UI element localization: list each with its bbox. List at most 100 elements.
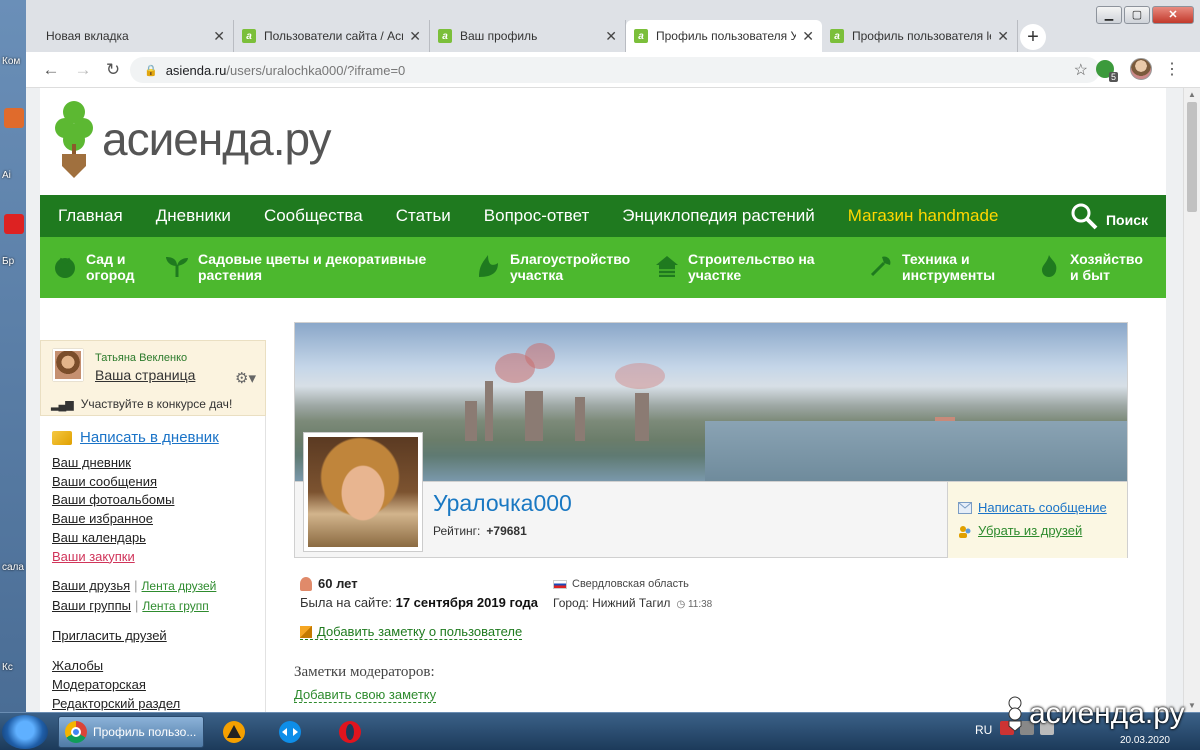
desktop-app-icon[interactable] [4,214,24,234]
close-icon[interactable]: ✕ [605,28,617,45]
gear-icon[interactable]: ⚙▾ [235,369,256,387]
profile-username[interactable]: Уралочка000 [433,490,572,517]
forward-icon[interactable]: → [72,59,94,81]
taskbar-chrome-app[interactable]: Профиль пользо... [58,716,204,748]
search-icon [1070,202,1098,237]
chart-bars-icon: ▂▄▆ [51,398,74,411]
remove-friend-link[interactable]: Убрать из друзей [958,523,1082,538]
desktop-app-icon[interactable] [4,108,24,128]
system-date: 20.03.2020 [1119,735,1170,746]
sidebar-item-friends-feed[interactable]: Лента друзей [142,579,217,593]
desktop-label: сала [2,562,24,573]
bookmark-star-icon[interactable]: ☆ [1074,60,1088,80]
search-button[interactable]: Поиск [1070,202,1148,237]
your-page-link[interactable]: Ваша страница [95,367,195,383]
nav-item-diaries[interactable]: Дневники [156,206,231,226]
category-label: Строительство на [688,251,815,267]
sidebar-item-invite[interactable]: Пригласить друзей [52,628,167,643]
extension-icon[interactable]: 5 [1096,60,1118,82]
profile-avatar-icon[interactable] [1130,58,1152,80]
users-remove-icon [958,525,972,538]
avatar[interactable] [53,349,83,381]
user-name[interactable]: Татьяна Векленко [95,352,187,364]
menu-dots-icon[interactable]: ⋮ [1164,59,1180,79]
notepad-pen-icon [52,430,72,445]
tab-user-profile-active[interactable]: a Профиль пользователя Ур ✕ [626,20,822,52]
close-icon[interactable]: ✕ [997,28,1009,45]
profile-photo[interactable] [303,432,423,552]
category-label: участка [510,267,564,283]
aimp-icon[interactable] [222,720,246,744]
tab-users[interactable]: a Пользователи сайта / Аси ✕ [234,20,430,52]
sidebar-item-groups[interactable]: Ваши группы [52,598,131,613]
category-landscaping[interactable]: Благоустройство участка [476,251,630,283]
sidebar-item-editorial[interactable]: Редакторский раздел [52,696,180,711]
sidebar-item-friends[interactable]: Ваши друзья [52,578,130,593]
category-household[interactable]: Хозяйство и быт [1036,251,1143,283]
nav-item-communities[interactable]: Сообщества [264,206,363,226]
scroll-down-icon[interactable]: ▼ [1188,701,1196,710]
add-note-link[interactable]: Добавить заметку о пользователе [300,624,523,640]
nav-item-home[interactable]: Главная [58,206,123,226]
sidebar-item-favorites[interactable]: Ваше избранное [52,510,174,529]
rating-value: +79681 [486,524,527,538]
page-scrollbar[interactable]: ▲ ▼ [1183,88,1200,712]
send-message-link[interactable]: Написать сообщение [958,500,1107,515]
category-garden[interactable]: Сад и огород [52,251,135,283]
scroll-up-icon[interactable]: ▲ [1188,90,1196,99]
category-flowers[interactable]: Садовые цветы и декоративные растения [164,251,426,283]
minimize-button[interactable]: ▁ [1096,6,1122,24]
language-indicator[interactable]: RU [975,723,992,737]
category-label: Сад и [86,251,126,267]
scrollbar-thumb[interactable] [1187,102,1197,212]
back-icon[interactable]: ← [40,59,62,81]
opera-icon[interactable] [338,720,362,744]
write-diary-link[interactable]: Написать в дневник [52,429,219,446]
maximize-button[interactable]: ▢ [1124,6,1150,24]
category-tools[interactable]: Техника и инструменты [868,251,995,283]
desktop-label: Кс [2,662,13,673]
bush-icon [476,253,502,279]
friends-row: Ваши друзья | Лента друзей [52,578,217,593]
extension-badge-count: 5 [1108,72,1118,82]
add-own-note-link[interactable]: Добавить свою заметку [294,687,437,703]
close-icon[interactable]: ✕ [802,28,814,45]
teamviewer-icon[interactable] [278,720,302,744]
tab-title: Новая вкладка [46,29,129,43]
new-tab-button[interactable]: + [1020,24,1046,50]
window-close-button[interactable]: ✕ [1152,6,1194,24]
nav-item-encyclopedia[interactable]: Энциклопедия растений [622,206,815,226]
site-logo[interactable]: асиенда.ру [54,98,332,180]
sidebar-item-moderator[interactable]: Модераторская [52,677,146,692]
tab-your-profile[interactable]: a Ваш профиль ✕ [430,20,626,52]
category-label: Садовые цветы и декоративные [198,251,427,267]
contest-label: Участвуйте в конкурсе дач! [80,397,233,411]
browser-toolbar: ← → ↻ 🔒 asienda.ru/users/uralochka000/?i… [26,52,1200,88]
tab-title: Ваш профиль [460,29,538,43]
address-bar[interactable]: 🔒 asienda.ru/users/uralochka000/?iframe=… [130,57,1100,83]
sidebar-item-messages[interactable]: Ваши сообщения [52,473,174,492]
tab-user-profile-le[interactable]: a Профиль пользователя le ✕ [822,20,1018,52]
desktop-label: Ai [2,170,11,181]
sidebar-item-complaints[interactable]: Жалобы [52,658,103,673]
tab-new[interactable]: Новая вкладка ✕ [38,20,234,52]
contest-link[interactable]: ▂▄▆ Участвуйте в конкурсе дач! [51,397,232,411]
left-sidebar: Татьяна Векленко Ваша страница ⚙▾ ▂▄▆ Уч… [40,340,266,712]
close-icon[interactable]: ✕ [409,28,421,45]
start-button[interactable] [2,715,48,749]
nav-item-qa[interactable]: Вопрос-ответ [484,206,589,226]
tree-logo-icon [54,98,94,180]
sidebar-item-albums[interactable]: Ваши фотоальбомы [52,491,174,510]
sidebar-item-purchases[interactable]: Ваши закупки [52,548,174,567]
sidebar-item-diary[interactable]: Ваш дневник [52,454,174,473]
sidebar-item-calendar[interactable]: Ваш календарь [52,529,174,548]
close-icon[interactable]: ✕ [213,28,225,45]
lock-icon: 🔒 [144,64,158,77]
add-note-label: Добавить заметку о пользователе [317,624,523,639]
russia-flag-icon [553,579,567,589]
nav-item-shop[interactable]: Магазин handmade [848,206,999,226]
sidebar-item-groups-feed[interactable]: Лента групп [142,599,208,613]
reload-icon[interactable]: ↻ [102,59,124,81]
category-construction[interactable]: Строительство на участке [654,251,815,283]
nav-item-articles[interactable]: Статьи [396,206,451,226]
